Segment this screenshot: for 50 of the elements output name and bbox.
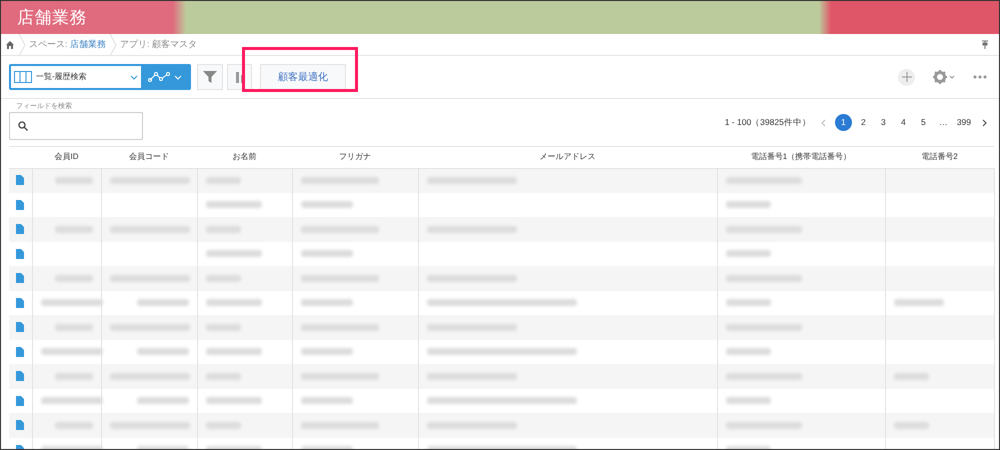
document-icon[interactable] (16, 371, 24, 382)
page-button[interactable]: … (934, 114, 952, 131)
column-header[interactable]: 電話番号2 (921, 152, 958, 162)
filter-button[interactable] (197, 64, 223, 90)
document-icon[interactable] (16, 248, 24, 259)
chevron-down-icon (174, 74, 182, 80)
document-icon[interactable] (16, 346, 24, 357)
table-icon (14, 71, 32, 83)
page-button[interactable]: 3 (874, 114, 892, 131)
bar-chart-icon (234, 71, 244, 83)
document-icon[interactable] (16, 298, 24, 308)
custom-button[interactable]: 顧客最適化 (260, 64, 346, 90)
document-icon[interactable] (16, 420, 24, 430)
funnel-icon (203, 70, 217, 84)
document-icon[interactable] (16, 200, 24, 210)
document-icon[interactable] (16, 224, 24, 234)
add-button[interactable] (898, 68, 915, 86)
document-icon[interactable] (16, 322, 24, 332)
page-button[interactable]: 399 (954, 114, 973, 131)
document-icon[interactable] (16, 273, 24, 284)
page-button[interactable]: 2 (854, 114, 872, 131)
chevron-down-icon (949, 75, 955, 79)
column-header[interactable]: 会員コード (129, 152, 169, 162)
page-button[interactable]: 5 (914, 114, 932, 131)
pin-icon[interactable] (981, 40, 989, 50)
view-select[interactable]: 一覧-履歴検索 (11, 66, 141, 88)
breadcrumb-item[interactable]: アプリ: 顧客マスタ (120, 38, 198, 52)
document-icon[interactable] (16, 175, 24, 186)
more-icon[interactable] (973, 75, 987, 79)
chevron-down-icon (130, 74, 138, 80)
app-title: 店舗業務 (17, 6, 87, 29)
search-icon (18, 120, 28, 130)
column-header[interactable]: 会員ID (54, 152, 78, 162)
line-graph-icon (148, 71, 170, 83)
column-header[interactable]: 電話番号1（携帯電話番号） (750, 152, 852, 162)
breadcrumb-item[interactable]: スペース: 店舗業務 (29, 38, 106, 52)
plus-icon (902, 72, 912, 82)
home-icon[interactable] (5, 40, 15, 50)
page-button[interactable]: 1 (834, 114, 852, 131)
field-search-input[interactable] (9, 112, 143, 140)
column-header[interactable]: お名前 (232, 152, 256, 162)
page-button[interactable]: 4 (894, 114, 912, 131)
column-header[interactable]: フリガナ (339, 152, 371, 162)
settings-icon (933, 70, 947, 84)
settings-button[interactable] (933, 70, 955, 84)
column-header[interactable]: メールアドレス (540, 152, 596, 162)
chevron-left-icon[interactable] (820, 118, 827, 126)
chevron-right-icon[interactable] (981, 118, 987, 126)
record-count: 1 - 100（39825件中） (724, 116, 811, 129)
document-icon[interactable] (16, 396, 24, 406)
